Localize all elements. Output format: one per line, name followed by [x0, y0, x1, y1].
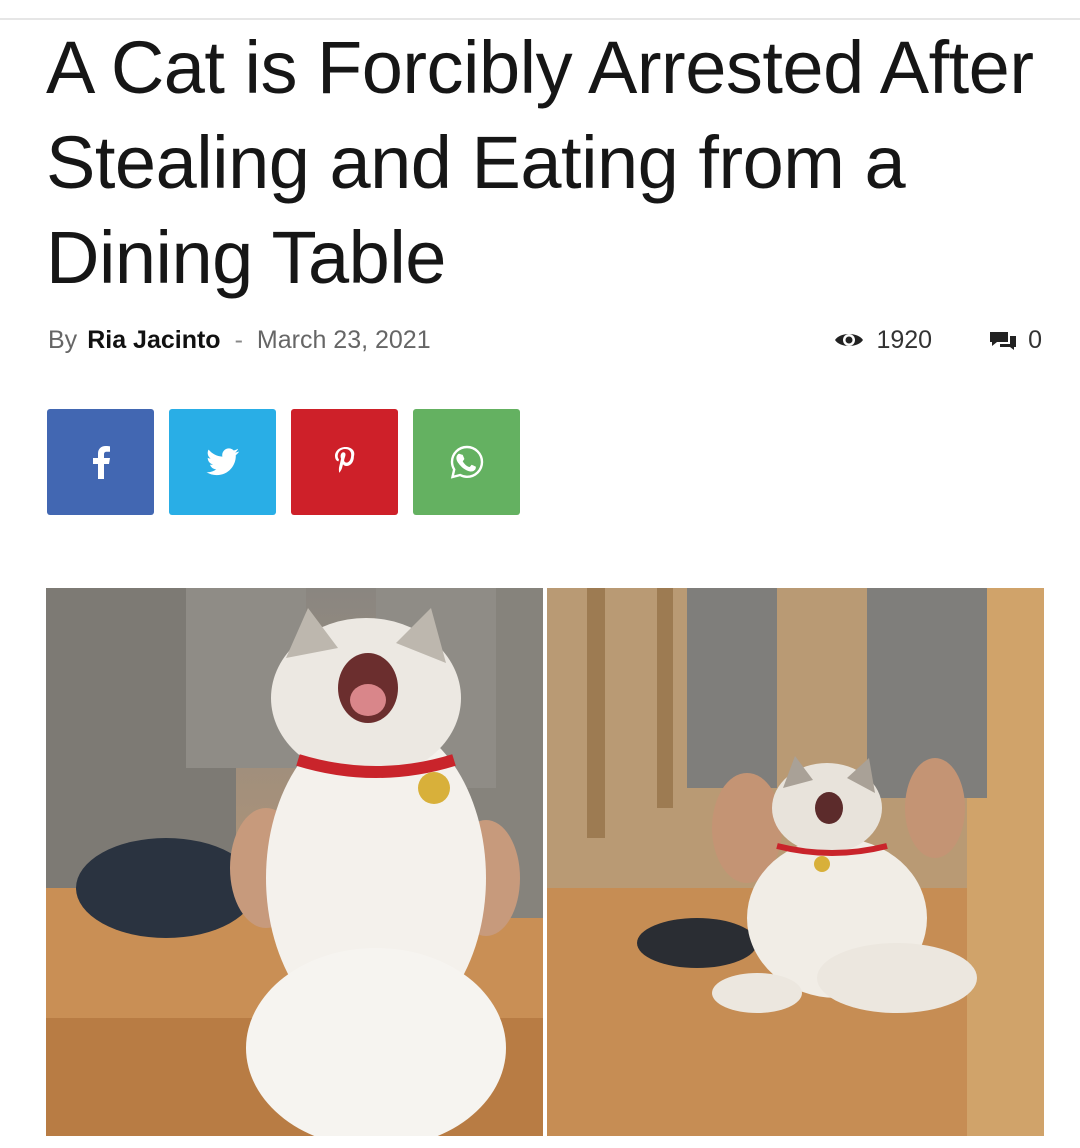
article-title: A Cat is Forcibly Arrested After Stealin… [46, 26, 1034, 299]
facebook-share-button[interactable] [47, 409, 154, 515]
author-link[interactable]: Ria Jacinto [87, 326, 220, 355]
by-label: By [48, 325, 78, 354]
comment-count[interactable]: 0 [988, 326, 1042, 355]
article-stats: 1920 0 [834, 322, 1042, 358]
whatsapp-share-button[interactable] [413, 409, 520, 515]
facebook-icon [92, 446, 110, 479]
view-count-value: 1920 [876, 325, 933, 354]
twitter-icon [205, 448, 239, 476]
comment-icon [990, 332, 1017, 350]
publish-date: March 23, 2021 [256, 325, 431, 354]
cat-photo-left [46, 588, 543, 1136]
comment-count-value: 0 [1028, 325, 1042, 354]
view-count: 1920 [834, 326, 932, 355]
twitter-share-button[interactable] [169, 409, 276, 515]
eye-icon [835, 334, 864, 346]
whatsapp-icon [450, 445, 483, 479]
pinterest-share-button[interactable] [291, 409, 398, 515]
byline-separator: - [234, 325, 243, 354]
article-image [46, 588, 1044, 1136]
cat-photo-right [547, 588, 1044, 1136]
pinterest-icon [334, 447, 354, 473]
share-buttons [47, 409, 520, 515]
